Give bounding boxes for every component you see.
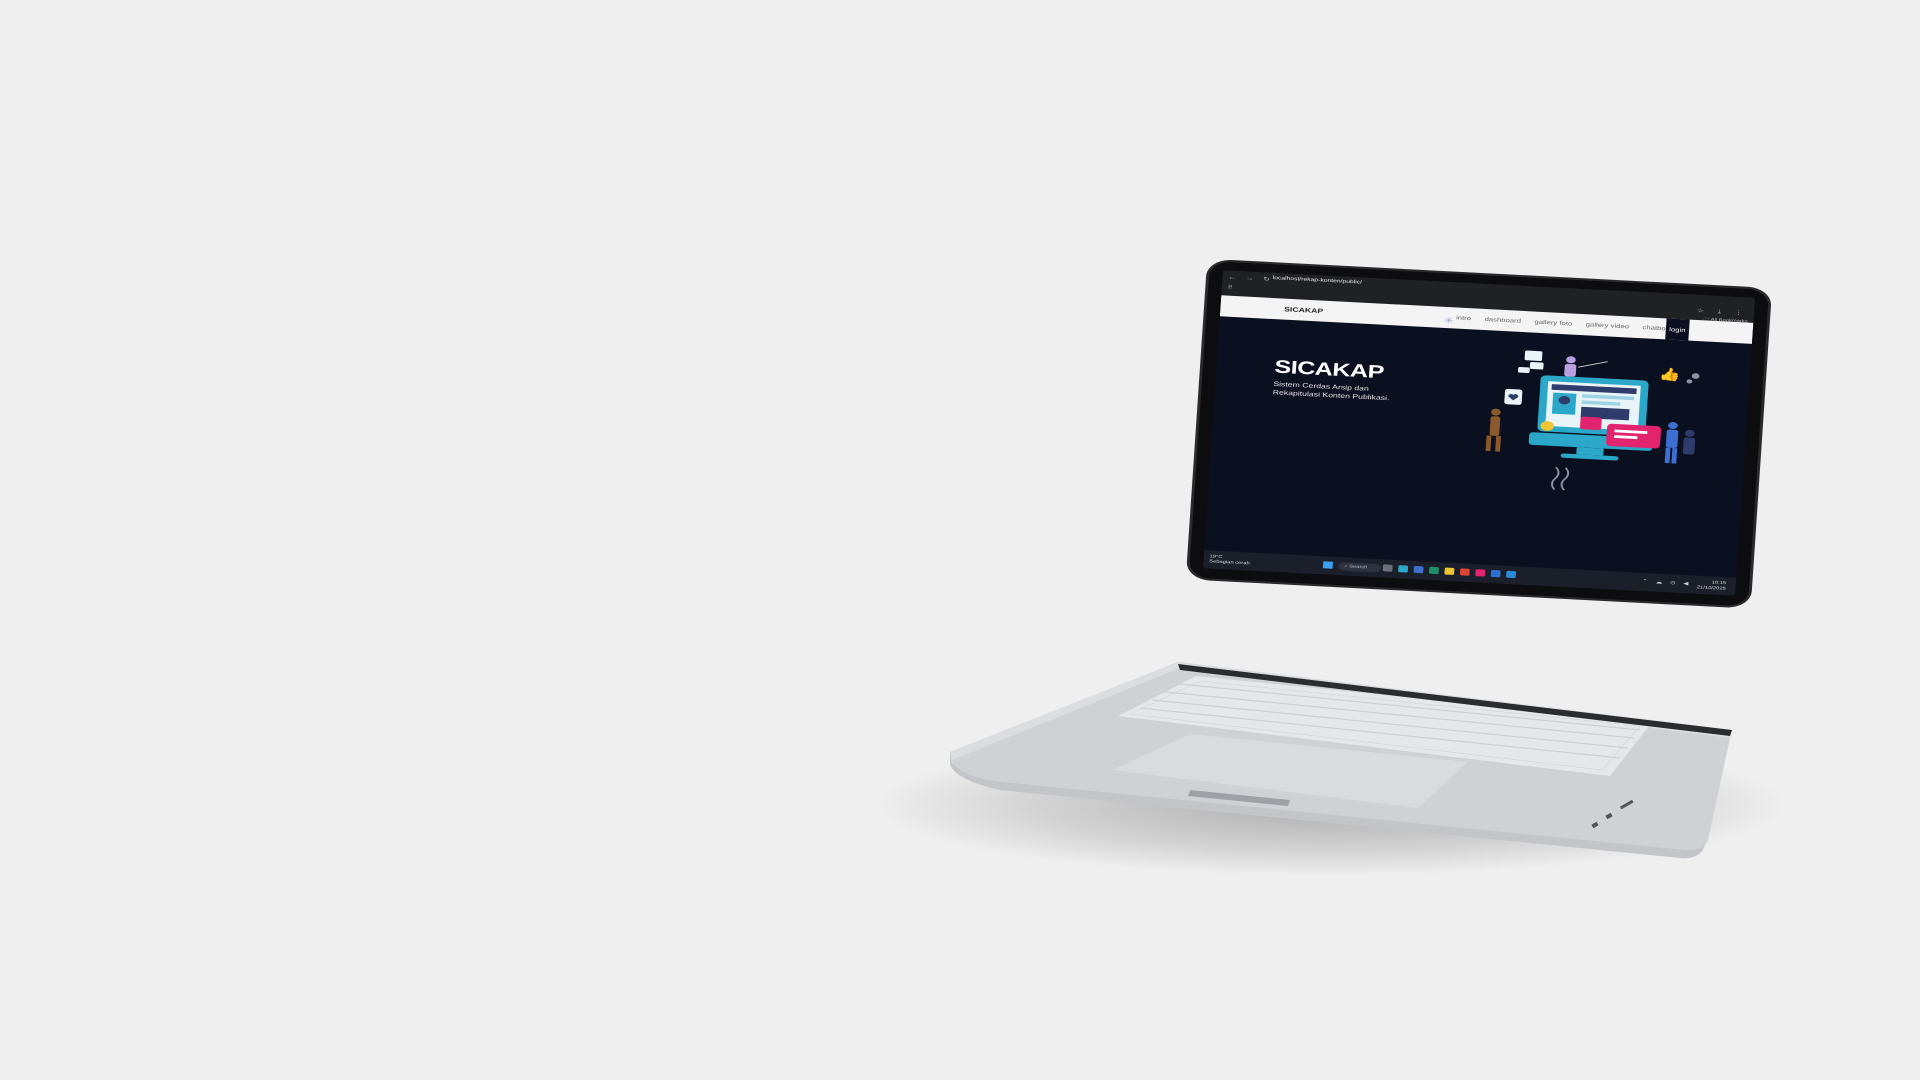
nav-chatbot[interactable]: chatbot [1642, 324, 1668, 332]
site-brand[interactable]: SICAKAP [1284, 306, 1324, 315]
clock-date: 21/10/2025 [1696, 585, 1726, 592]
folder-icon[interactable] [1444, 567, 1455, 575]
laptop-lid: ← → ↻ localhost/rekap-konten/public/ ⠿ ☆… [1188, 261, 1770, 607]
nav-gallery-video[interactable]: gallery video [1586, 321, 1630, 330]
hero-illustration: 👍 [1485, 350, 1700, 491]
search-placeholder: Search [1348, 564, 1368, 570]
nav-gallery-foto[interactable]: gallery foto [1534, 319, 1572, 327]
app-icon[interactable] [1475, 569, 1486, 577]
weather-widget[interactable]: 19°C Sebagian cerah [1209, 555, 1250, 567]
hero-subtitle: Sistem Cerdas Arsip dan Rekapitulasi Kon… [1272, 380, 1390, 402]
taskbar-search[interactable]: ⌕ Search [1338, 562, 1382, 573]
app-icon[interactable] [1428, 566, 1440, 575]
site-menu: intro dashboard gallery foto gallery vid… [1456, 315, 1668, 332]
taskbar-apps [1382, 564, 1517, 579]
weather-desc: Sebagian cerah [1209, 559, 1250, 566]
apps-icon[interactable]: ⠿ [1227, 284, 1232, 290]
svg-text:👍: 👍 [1658, 367, 1681, 383]
login-button[interactable]: login [1665, 318, 1690, 341]
app-icon[interactable] [1413, 565, 1424, 574]
sparkle-icon: ✳ [1443, 315, 1455, 326]
chrome-icon[interactable] [1459, 568, 1470, 576]
nav-dashboard[interactable]: dashboard [1484, 316, 1521, 324]
edge-icon[interactable] [1398, 565, 1409, 573]
taskview-icon[interactable] [1382, 564, 1393, 572]
laptop-screen: ← → ↻ localhost/rekap-konten/public/ ⠿ ☆… [1202, 270, 1756, 596]
browser-nav-buttons[interactable]: ← → ↻ [1228, 274, 1274, 283]
system-tray[interactable]: ⌃ ☁ ⊙ ◀ [1642, 578, 1691, 586]
nav-intro[interactable]: intro [1456, 315, 1471, 322]
address-bar[interactable]: localhost/rekap-konten/public/ [1273, 276, 1363, 286]
taskbar-clock[interactable]: 10:15 21/10/2025 [1697, 579, 1727, 592]
start-icon[interactable] [1322, 561, 1333, 569]
vscode-icon[interactable] [1506, 570, 1517, 579]
app-icon[interactable] [1490, 569, 1501, 578]
hero-title: SICAKAP [1273, 355, 1385, 383]
